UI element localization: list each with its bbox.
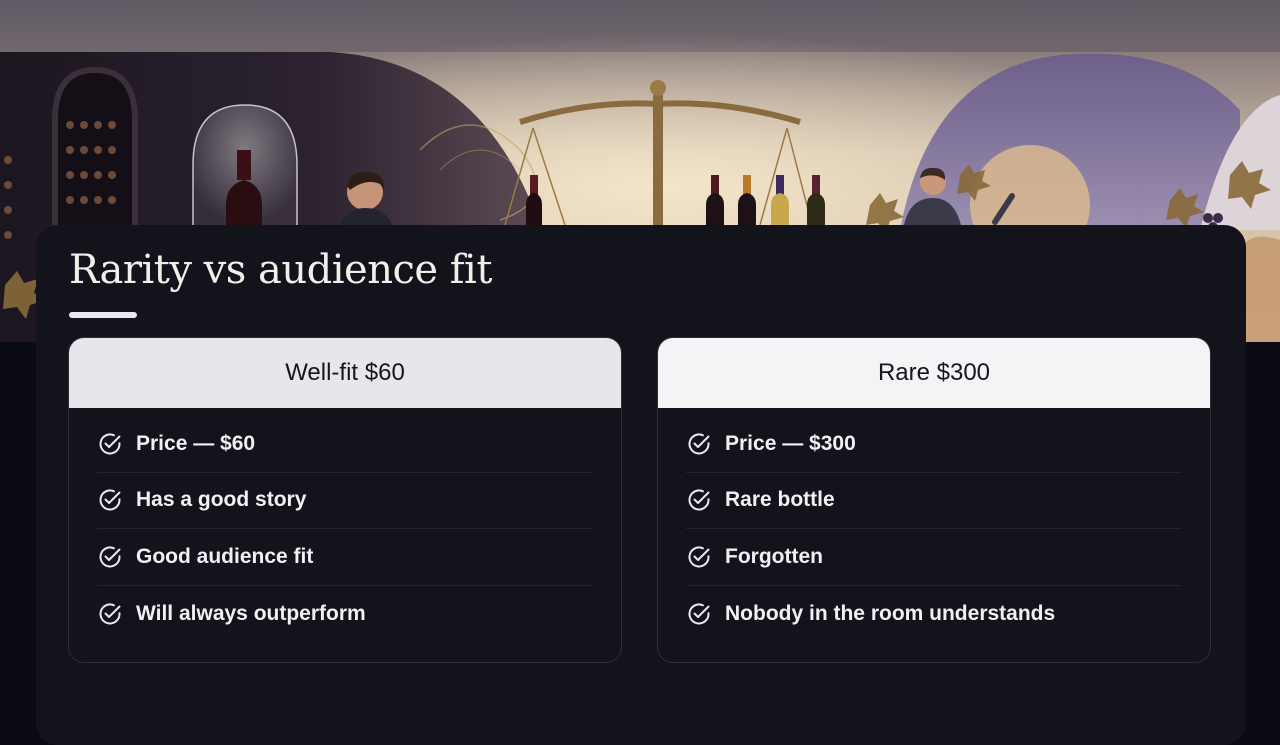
check-circle-icon bbox=[97, 601, 123, 627]
list-item-text: Has a good story bbox=[136, 488, 307, 512]
list-item: Price — $60 bbox=[97, 416, 592, 473]
check-circle-icon bbox=[97, 487, 123, 513]
list-item: Price — $300 bbox=[686, 416, 1181, 473]
list-item: Rare bottle bbox=[686, 473, 1181, 529]
check-circle-icon bbox=[686, 487, 712, 513]
well-fit-list: Price — $60 Has a good story Good audien… bbox=[69, 408, 621, 642]
list-item-text: Rare bottle bbox=[725, 488, 835, 512]
comparison-panel-rare: Rare $300 Price — $300 Rare bottle Forgo… bbox=[657, 337, 1211, 663]
slide-card: Rarity vs audience fit Well-fit $60 Pric… bbox=[36, 225, 1246, 745]
title-underline bbox=[69, 312, 137, 318]
list-item-text: Nobody in the room understands bbox=[725, 601, 1056, 625]
list-item: Will always outperform bbox=[97, 586, 592, 643]
list-item: Nobody in the room understands bbox=[686, 586, 1181, 643]
list-item-text: Will always outperform bbox=[136, 601, 366, 625]
panel-header-well-fit: Well-fit $60 bbox=[69, 338, 621, 408]
list-item-text: Price — $300 bbox=[725, 431, 856, 455]
rare-list: Price — $300 Rare bottle Forgotten Nobod… bbox=[658, 408, 1210, 642]
check-circle-icon bbox=[97, 544, 123, 570]
comparison-panel-well-fit: Well-fit $60 Price — $60 Has a good stor… bbox=[68, 337, 622, 663]
check-circle-icon bbox=[97, 431, 123, 457]
check-circle-icon bbox=[686, 431, 712, 457]
list-item: Forgotten bbox=[686, 529, 1181, 586]
list-item-text: Price — $60 bbox=[136, 431, 256, 455]
panel-header-rare: Rare $300 bbox=[658, 338, 1210, 408]
list-item: Good audience fit bbox=[97, 529, 592, 586]
list-item: Has a good story bbox=[97, 473, 592, 529]
check-circle-icon bbox=[686, 601, 712, 627]
list-item-text: Forgotten bbox=[725, 544, 823, 568]
slide-title: Rarity vs audience fit bbox=[69, 247, 492, 293]
list-item-text: Good audience fit bbox=[136, 544, 314, 568]
check-circle-icon bbox=[686, 544, 712, 570]
